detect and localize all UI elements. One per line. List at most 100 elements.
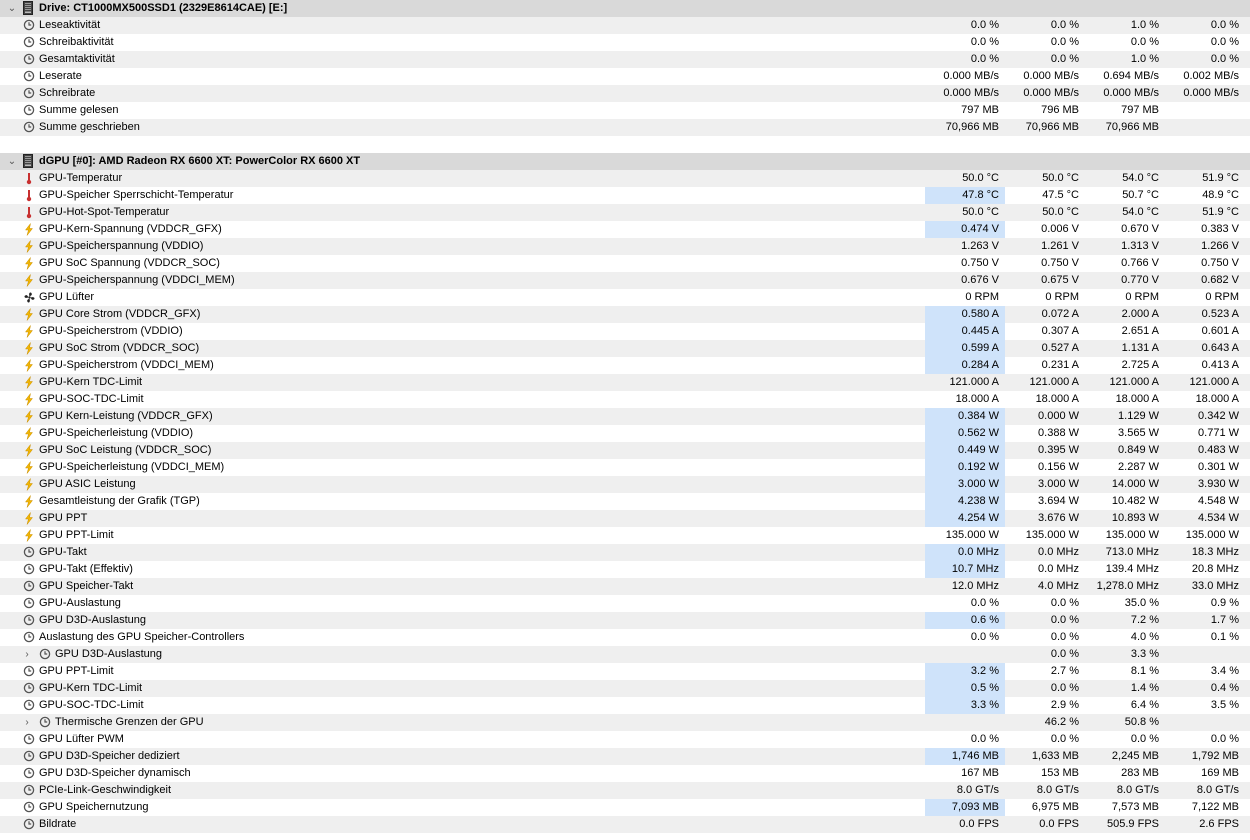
sensor-row[interactable]: GPU D3D-Speicher dynamisch 167 MB 153 MB 28…	[0, 765, 1250, 782]
current-value: 12.0 MHz	[951, 580, 999, 592]
clock-icon	[23, 682, 35, 695]
average-value: 0.342 W	[1198, 410, 1239, 422]
sensor-row[interactable]: GPU-Speicherstrom (VDDIO) 0.445 A 0.307 A 2…	[0, 323, 1250, 340]
current-value	[925, 714, 1005, 731]
maximum-value: 2.725 A	[1121, 359, 1159, 371]
sensor-row[interactable]: Bildrate 0.0 FPS 0.0 FPS 505.9 FPS 2.6 FPS	[0, 816, 1250, 833]
sensor-row[interactable]: GPU-Speicherleistung (VDDIO) 0.562 W 0.388…	[0, 425, 1250, 442]
sensor-row[interactable]: Schreibrate 0.000 MB/s 0.000 MB/s 0.000 MB/…	[0, 85, 1250, 102]
sensor-group-header[interactable]: ⌄ Drive: CT1000MX500SSD1 (2329E8614CAE) […	[0, 0, 1250, 17]
sensor-row[interactable]: Gesamtleistung der Grafik (TGP) 4.238 W 3.…	[0, 493, 1250, 510]
minimum-value: 2.9 %	[1050, 699, 1079, 711]
lightning-bolt-icon	[23, 376, 35, 389]
minimum-value: 0.0 %	[1050, 19, 1079, 31]
average-value: 3.4 %	[1210, 665, 1239, 677]
sensor-row[interactable]: Auslastung des GPU Speicher-Controllers 0…	[0, 629, 1250, 646]
minimum-value: 3.000 W	[1038, 478, 1079, 490]
group-spacer	[0, 136, 1250, 153]
average-value: 3.5 %	[1210, 699, 1239, 711]
clock-icon	[23, 699, 35, 712]
minimum-value: 0.0 FPS	[1039, 818, 1079, 830]
current-value: 1,746 MB	[925, 748, 1005, 765]
current-value: 0.676 V	[961, 274, 999, 286]
minimum-value: 0.006 V	[1041, 223, 1079, 235]
thermometer-icon	[23, 189, 35, 202]
average-value	[1165, 714, 1245, 731]
clock-icon	[23, 53, 35, 66]
average-value: 0.0 %	[1210, 19, 1239, 31]
clock-icon	[23, 36, 35, 49]
maximum-value: 3.565 W	[1118, 427, 1159, 439]
minimum-value: 3.694 W	[1038, 495, 1079, 507]
sensor-group-header[interactable]: ⌄ dGPU [#0]: AMD Radeon RX 6600 XT: Power…	[0, 153, 1250, 170]
sensor-row[interactable]: GPU-Speicherleistung (VDDCI_MEM) 0.192 W 0…	[0, 459, 1250, 476]
sensor-row[interactable]: GPU-Speicherspannung (VDDIO) 1.263 V 1.261…	[0, 238, 1250, 255]
sensor-row[interactable]: GPU-Speicherstrom (VDDCI_MEM) 0.284 A 0.23…	[0, 357, 1250, 374]
sensor-row[interactable]: GPU D3D-Auslastung 0.6 % 0.0 % 7.2 % 1.7 %	[0, 612, 1250, 629]
sensor-label: GPU SoC Strom (VDDCR_SOC)	[39, 342, 200, 354]
sensor-row[interactable]: › GPU D3D-Auslastung 0.0 % 3.3 %	[0, 646, 1250, 663]
average-value	[1165, 646, 1245, 663]
sensor-row[interactable]: GPU-SOC-TDC-Limit 18.000 A 18.000 A 18.000 …	[0, 391, 1250, 408]
sensor-row[interactable]: GPU SoC Leistung (VDDCR_SOC) 0.449 W 0.395…	[0, 442, 1250, 459]
lightning-bolt-icon	[23, 342, 35, 355]
sensor-row[interactable]: Leseaktivität 0.0 % 0.0 % 1.0 % 0.0 %	[0, 17, 1250, 34]
collapse-chevron-icon[interactable]: ⌄	[6, 153, 18, 170]
sensor-label: GPU-Speicherstrom (VDDIO)	[39, 325, 183, 337]
sensor-row[interactable]: GPU Speicher-Takt 12.0 MHz 4.0 MHz 1,278.0 …	[0, 578, 1250, 595]
collapse-chevron-icon[interactable]: ⌄	[6, 0, 18, 17]
sensor-row[interactable]: GPU-Kern TDC-Limit 0.5 % 0.0 % 1.4 % 0.4 %	[0, 680, 1250, 697]
sensor-row[interactable]: GPU Lüfter 0 RPM 0 RPM 0 RPM 0 RPM	[0, 289, 1250, 306]
sensor-row[interactable]: GPU-Takt (Effektiv) 10.7 MHz 0.0 MHz 139.4 …	[0, 561, 1250, 578]
sensor-row[interactable]: Gesamtaktivität 0.0 % 0.0 % 1.0 % 0.0 %	[0, 51, 1250, 68]
sensor-row[interactable]: GPU Lüfter PWM 0.0 % 0.0 % 0.0 % 0.0 %	[0, 731, 1250, 748]
sensor-row[interactable]: GPU PPT-Limit 135.000 W 135.000 W 135.000 W…	[0, 527, 1250, 544]
sensor-row[interactable]: GPU PPT 4.254 W 3.676 W 10.893 W 4.534 W	[0, 510, 1250, 527]
maximum-value: 7,573 MB	[1111, 801, 1159, 813]
minimum-value: 4.0 MHz	[1038, 580, 1079, 592]
clock-icon	[23, 818, 35, 831]
clock-icon	[23, 104, 35, 117]
sensor-row[interactable]: GPU Core Strom (VDDCR_GFX) 0.580 A 0.072 A…	[0, 306, 1250, 323]
sensor-row[interactable]: GPU-Temperatur 50.0 °C 50.0 °C 54.0 °C 51.9 …	[0, 170, 1250, 187]
maximum-value: 6.4 %	[1130, 699, 1159, 711]
sensor-row[interactable]: GPU Kern-Leistung (VDDCR_GFX) 0.384 W 0.00…	[0, 408, 1250, 425]
sensor-label: GPU D3D-Auslastung	[39, 614, 146, 626]
sensor-row[interactable]: Summe geschrieben 70,966 MB 70,966 MB 70,96…	[0, 119, 1250, 136]
sensor-row[interactable]: GPU Speichernutzung 7,093 MB 6,975 MB 7,573…	[0, 799, 1250, 816]
minimum-value: 0.000 W	[1038, 410, 1079, 422]
sensor-label: GPU Speicher-Takt	[39, 580, 134, 592]
sensor-row[interactable]: GPU-Speicherspannung (VDDCI_MEM) 0.676 V 0…	[0, 272, 1250, 289]
sensor-row[interactable]: GPU SoC Spannung (VDDCR_SOC) 0.750 V 0.750…	[0, 255, 1250, 272]
minimum-value: 1,633 MB	[1031, 750, 1079, 762]
sensor-row[interactable]: GPU-Speicher Sperrschicht-Temperatur 47.8…	[0, 187, 1250, 204]
sensor-label: GPU SoC Spannung (VDDCR_SOC)	[39, 257, 220, 269]
sensor-row[interactable]: GPU-Kern TDC-Limit 121.000 A 121.000 A 121.…	[0, 374, 1250, 391]
sensor-row[interactable]: Leserate 0.000 MB/s 0.000 MB/s 0.694 MB/s 0.…	[0, 68, 1250, 85]
sensor-row[interactable]: GPU-SOC-TDC-Limit 3.3 % 2.9 % 6.4 % 3.5 %	[0, 697, 1250, 714]
average-value: 0.0 %	[1210, 733, 1239, 745]
average-value: 0.000 MB/s	[1183, 87, 1239, 99]
expand-chevron-icon[interactable]: ›	[21, 646, 33, 663]
lightning-bolt-icon	[23, 359, 35, 372]
sensor-row[interactable]: GPU SoC Strom (VDDCR_SOC) 0.599 A 0.527 A 1…	[0, 340, 1250, 357]
expand-chevron-icon[interactable]: ›	[21, 714, 33, 731]
sensor-row[interactable]: GPU-Kern-Spannung (VDDCR_GFX) 0.474 V 0.00…	[0, 221, 1250, 238]
sensor-row[interactable]: GPU-Hot-Spot-Temperatur 50.0 °C 50.0 °C 54.…	[0, 204, 1250, 221]
current-value: 0.0 %	[970, 597, 999, 609]
sensor-row[interactable]: Summe gelesen 797 MB 796 MB 797 MB	[0, 102, 1250, 119]
maximum-value: 0.0 %	[1130, 36, 1159, 48]
sensor-label: GPU D3D-Auslastung	[55, 648, 162, 660]
sensor-row[interactable]: Schreibaktivität 0.0 % 0.0 % 0.0 % 0.0 %	[0, 34, 1250, 51]
sensor-row[interactable]: GPU D3D-Speicher dediziert 1,746 MB 1,633 …	[0, 748, 1250, 765]
current-value	[925, 646, 1005, 663]
sensor-row[interactable]: › Thermische Grenzen der GPU 46.2 % 50.8 %	[0, 714, 1250, 731]
thermometer-icon	[23, 172, 35, 185]
sensor-row[interactable]: GPU ASIC Leistung 3.000 W 3.000 W 14.000 W 3…	[0, 476, 1250, 493]
sensor-label: GPU Core Strom (VDDCR_GFX)	[39, 308, 201, 320]
sensor-row[interactable]: GPU PPT-Limit 3.2 % 2.7 % 8.1 % 3.4 %	[0, 663, 1250, 680]
sensor-row[interactable]: GPU-Auslastung 0.0 % 0.0 % 35.0 % 0.9 %	[0, 595, 1250, 612]
sensor-row[interactable]: GPU-Takt 0.0 MHz 0.0 MHz 713.0 MHz 18.3 MHz	[0, 544, 1250, 561]
average-value: 1.266 V	[1201, 240, 1239, 252]
sensor-row[interactable]: PCIe-Link-Geschwindigkeit 8.0 GT/s 8.0 GT/…	[0, 782, 1250, 799]
